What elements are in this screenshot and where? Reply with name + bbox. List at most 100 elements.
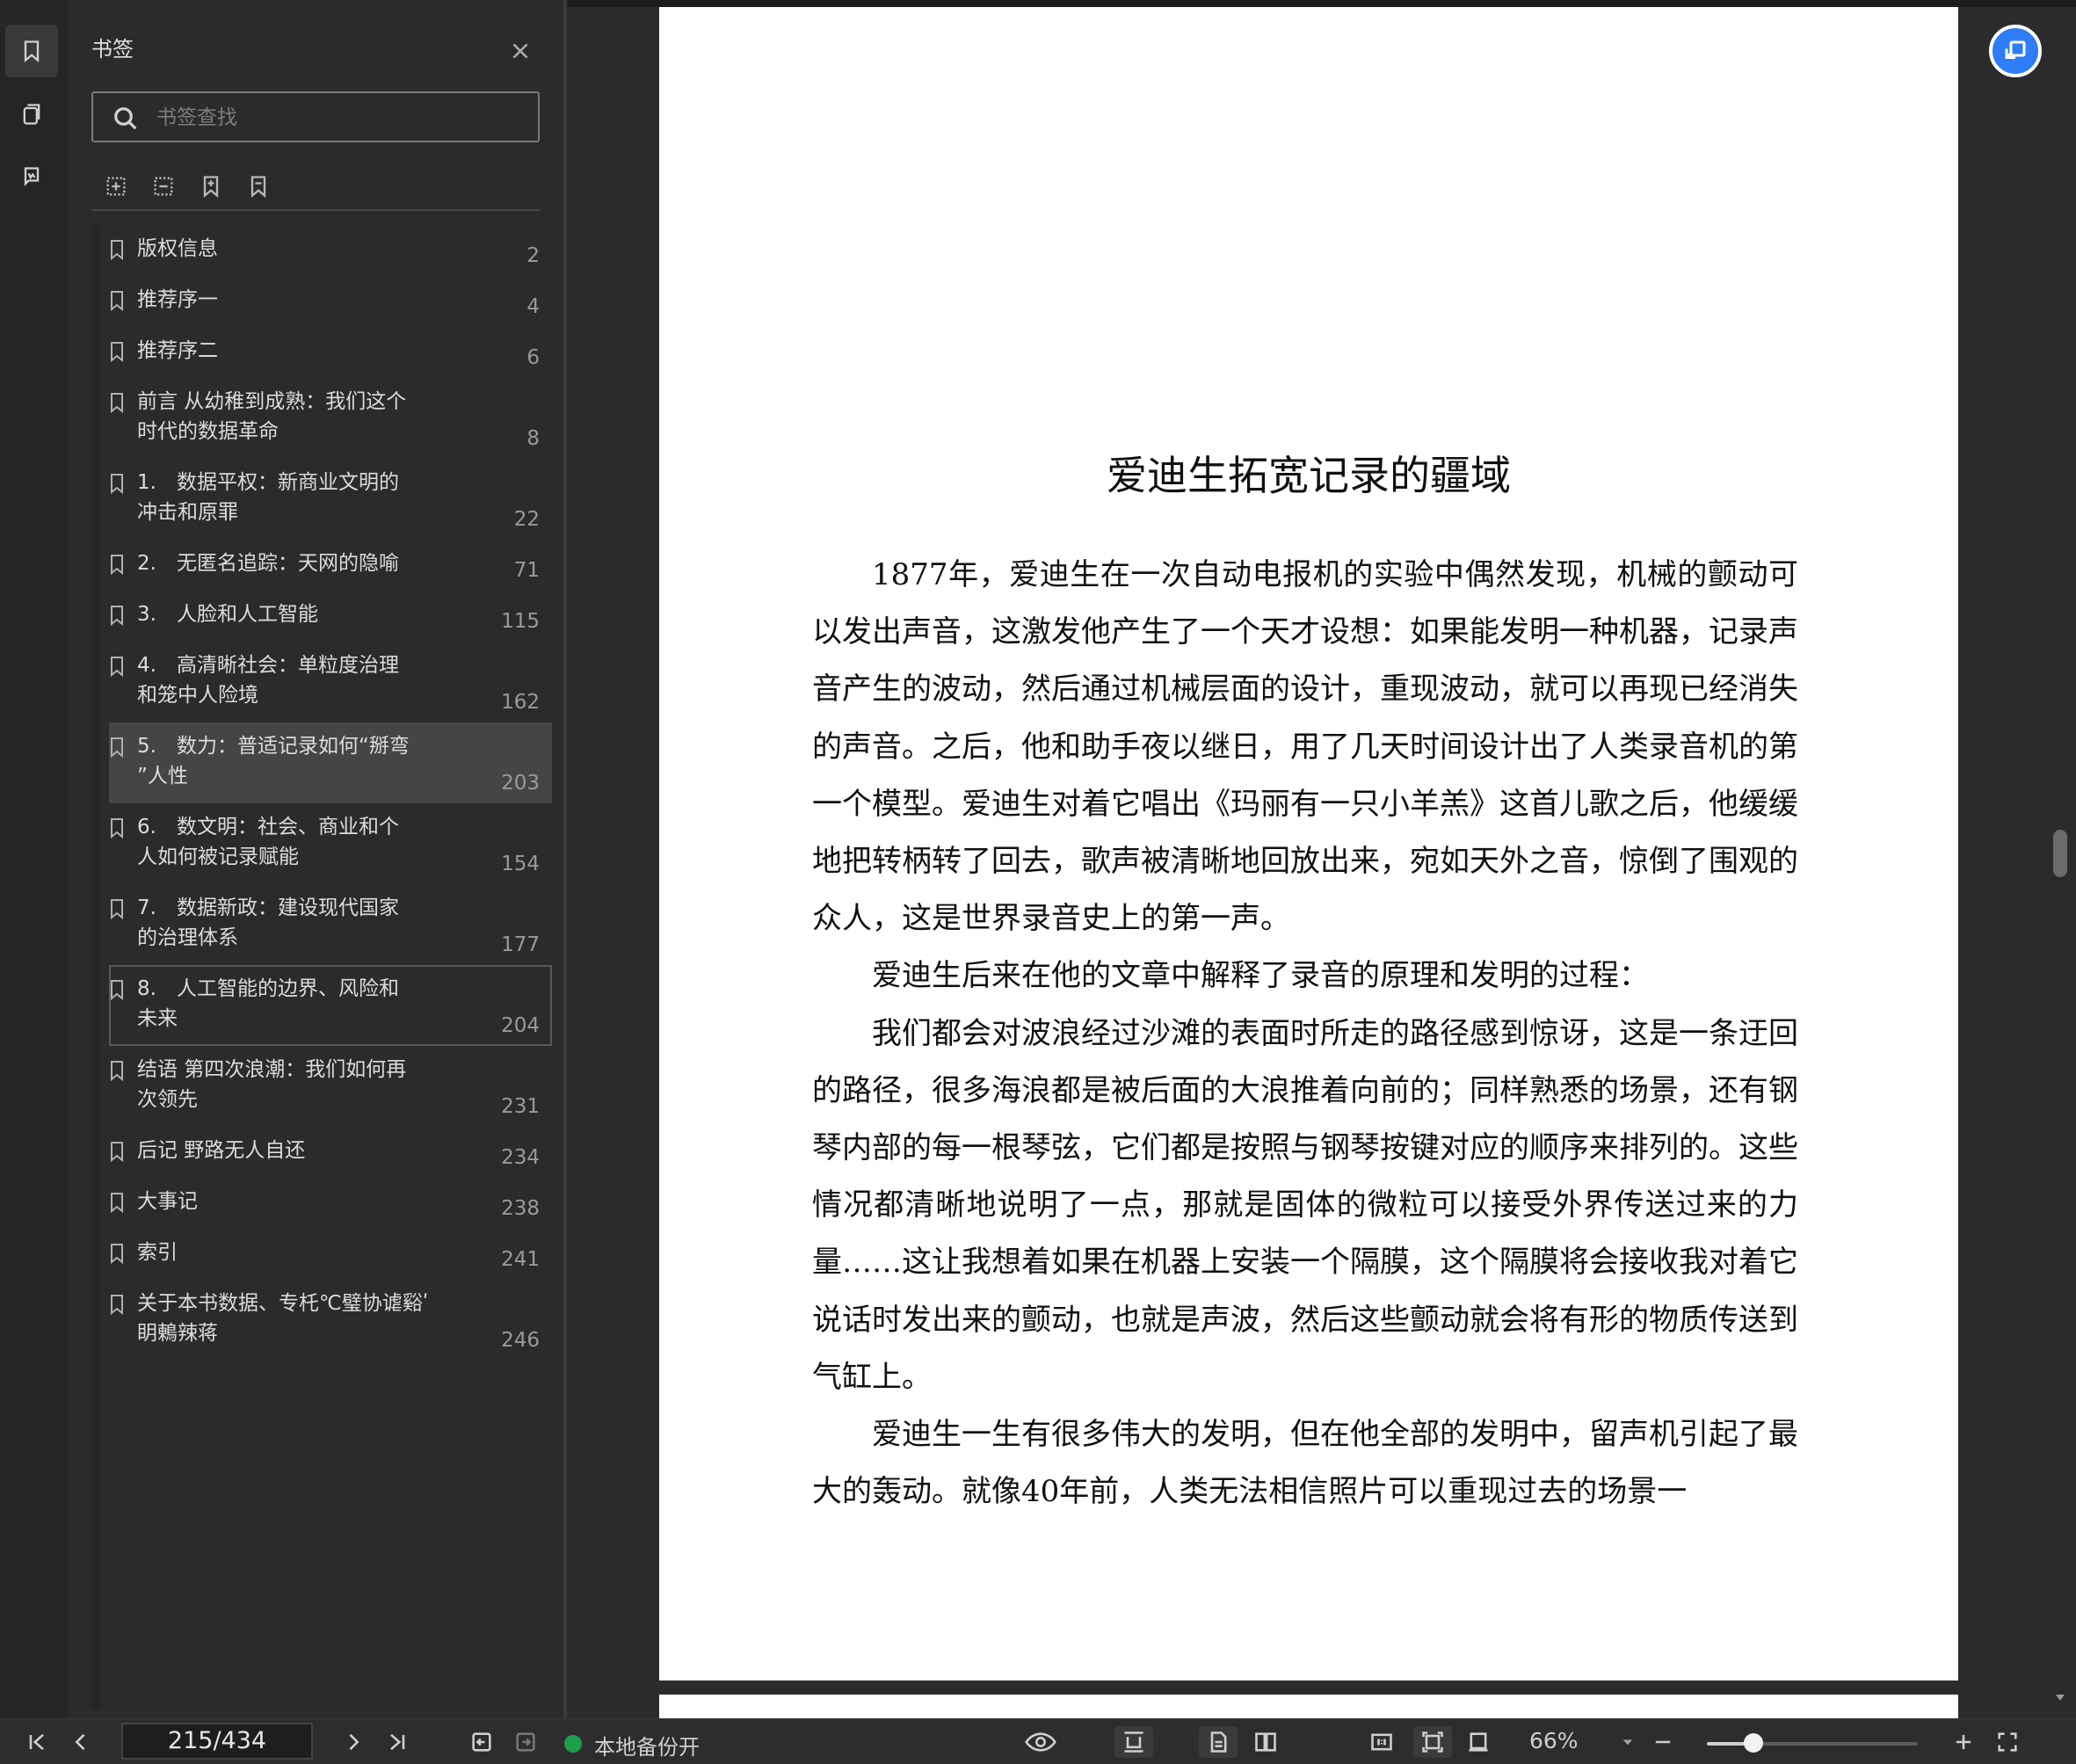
bookmark-page-number: 4	[526, 295, 540, 318]
bookmark-label: 大事记	[137, 1190, 198, 1213]
last-page-icon	[390, 1733, 405, 1751]
bookmark-search-input[interactable]	[155, 98, 527, 137]
bookmark-label: 8. 人工智能的边界、风险和 未来	[137, 977, 399, 1030]
bookmark-icon	[109, 605, 127, 628]
thumbnail-panel-button[interactable]	[5, 88, 58, 141]
bookmark-label: 后记 野路无人自还	[137, 1139, 306, 1162]
bookmark-label: 前言 从幼稚到成熟：我们这个 时代的数据革命	[137, 390, 407, 443]
remove-bookmark-icon	[250, 176, 266, 198]
bookmark-search-box[interactable]	[91, 91, 540, 142]
floating-translate-button[interactable]	[1989, 25, 2042, 77]
body-paragraph: 爱迪生后来在他的文章中解释了录音的原理和发明的过程：	[872, 958, 1649, 994]
bookmark-label: 5. 数力：普适记录如何“掰弯 ”人性	[137, 735, 410, 788]
bookmark-icon	[109, 1060, 127, 1083]
zoom-out-button[interactable]	[1647, 1726, 1679, 1758]
bookmark-label: 推荐序二	[137, 339, 218, 362]
next-page-button[interactable]	[338, 1726, 369, 1758]
bookmark-icon	[109, 656, 127, 679]
collapse-all-button[interactable]	[148, 171, 179, 202]
bookmark-label: 3. 人脸和人工智能	[137, 603, 318, 626]
fit-page-button[interactable]	[1413, 1726, 1452, 1758]
bookmark-item[interactable]: 结语 第四次浪潮：我们如何再 次领先 231	[109, 1046, 552, 1127]
bookmark-label: 结语 第四次浪潮：我们如何再 次领先	[137, 1058, 407, 1111]
bookmark-page-number: 204	[501, 1014, 540, 1037]
first-page-icon	[29, 1733, 44, 1751]
bookmark-list-scrollbar[interactable]	[91, 225, 100, 1710]
bookmark-icon	[109, 1192, 127, 1215]
bookmark-label: 关于本书数据、专杔℃璧协谑谿ʹ 眀鶇辣蒋	[137, 1292, 429, 1345]
bookmark-item[interactable]: 4. 高清晰社会：单粒度治理 和笼中人险境 162	[109, 642, 552, 722]
panel-title: 书签	[91, 37, 134, 62]
zoom-level[interactable]: 66%	[1529, 1728, 1579, 1753]
chapter-heading: 爱迪生拓宽记录的疆域	[1107, 452, 1511, 499]
two-page-icon	[1255, 1732, 1276, 1752]
body-paragraph: 爱迪生一生有很多伟大的发明，但在他全部的发明中，留声机引起了最大的轰动。就像40…	[812, 1417, 1798, 1510]
bookmark-item[interactable]: 推荐序二 6	[109, 327, 552, 378]
search-icon	[114, 107, 137, 130]
bookmark-page-number: 8	[526, 427, 540, 450]
single-page-button[interactable]	[1199, 1726, 1238, 1758]
zoom-slider[interactable]	[1707, 1742, 1918, 1746]
bookmark-item[interactable]: 8. 人工智能的边界、风险和 未来 204	[109, 965, 552, 1046]
zoom-in-button[interactable]	[1948, 1726, 1979, 1758]
previous-page-button[interactable]	[65, 1726, 97, 1758]
continuous-scroll-button[interactable]	[1114, 1726, 1153, 1758]
forward-button[interactable]	[510, 1726, 541, 1758]
actual-size-button[interactable]	[1364, 1726, 1399, 1758]
zoom-dropdown-button[interactable]	[1617, 1726, 1638, 1758]
status-bar: 215/434 本地备份开 66%	[0, 1718, 2076, 1764]
fit-width-button[interactable]	[1461, 1726, 1496, 1758]
bookmark-label: 推荐序一	[137, 288, 218, 311]
bookmark-item[interactable]: 7. 数据新政：建设现代国家 的治理体系 177	[109, 884, 552, 965]
bookmark-item[interactable]: 2. 无匿名追踪：天网的隐喻 71	[109, 540, 552, 591]
fullscreen-button[interactable]	[1992, 1726, 2023, 1758]
actual-size-icon	[1371, 1733, 1392, 1751]
two-page-button[interactable]	[1246, 1726, 1285, 1758]
expand-all-button[interactable]	[100, 171, 132, 202]
bookmark-icon	[109, 898, 127, 921]
bookmark-page-number: 115	[501, 610, 540, 633]
add-bookmark-button[interactable]	[195, 171, 227, 202]
annotations-icon	[24, 167, 40, 186]
fit-page-icon	[1422, 1731, 1443, 1753]
first-page-button[interactable]	[21, 1726, 53, 1758]
bookmark-item[interactable]: 6. 数文明：社会、商业和个 人如何被记录赋能 154	[109, 803, 552, 884]
backup-status-label[interactable]: 本地备份开	[594, 1730, 700, 1760]
last-page-button[interactable]	[381, 1726, 413, 1758]
bookmark-item[interactable]: 后记 野路无人自还 234	[109, 1127, 552, 1178]
bookmark-label: 7. 数据新政：建设现代国家 的治理体系	[137, 897, 399, 949]
bookmark-item[interactable]: 3. 人脸和人工智能 115	[109, 591, 552, 642]
zoom-in-icon	[1956, 1734, 1971, 1750]
bookmark-item[interactable]: 推荐序一 4	[109, 276, 552, 327]
page-body-text: 1877年，爱迪生在一次自动电报机的实验中偶然发现，机械的颤动可以发出声音，这激…	[812, 547, 1798, 1521]
bookmark-item[interactable]: 版权信息 2	[109, 225, 552, 276]
thumbnails-icon	[23, 104, 40, 125]
page-number-input[interactable]: 215/434	[121, 1723, 313, 1760]
bookmark-panel-button[interactable]	[5, 25, 58, 77]
document-scrollbar-thumb[interactable]	[2053, 830, 2067, 877]
bookmark-icon	[109, 554, 127, 577]
scroll-down-arrow[interactable]	[2055, 1689, 2065, 1702]
bookmark-page-number: 6	[526, 346, 540, 369]
bookmark-item[interactable]: 关于本书数据、专杔℃璧协谑谿ʹ 眀鶇辣蒋 246	[109, 1280, 552, 1361]
bookmark-item[interactable]: 5. 数力：普适记录如何“掰弯 ”人性 203	[109, 722, 552, 803]
left-icon-rail	[0, 0, 69, 1718]
back-icon	[472, 1732, 491, 1752]
remove-bookmark-button[interactable]	[243, 171, 274, 202]
forward-icon	[516, 1732, 535, 1752]
bookmark-item[interactable]: 大事记 238	[109, 1178, 552, 1229]
bookmark-item[interactable]: 1. 数据平权：新商业文明的 冲击和原罪 22	[109, 459, 552, 540]
reading-mode-button[interactable]	[1016, 1726, 1065, 1758]
bookmark-page-number: 246	[501, 1329, 540, 1352]
bookmark-item[interactable]: 前言 从幼稚到成熟：我们这个 时代的数据革命 8	[109, 378, 552, 459]
back-button[interactable]	[466, 1726, 497, 1758]
bookmark-label: 1. 数据平权：新商业文明的 冲击和原罪	[137, 471, 399, 524]
bookmark-item[interactable]: 索引 241	[109, 1229, 552, 1280]
body-paragraph: 1877年，爱迪生在一次自动电报机的实验中偶然发现，机械的颤动可以发出声音，这激…	[812, 557, 1798, 937]
bookmark-page-number: 177	[501, 933, 540, 956]
annotation-panel-button[interactable]	[5, 151, 58, 204]
bookmark-list: 版权信息 2 推荐序一 4 推荐序二 6 前言 从幼稚到成熟：我们这个 时代的数据革命 8 1.…	[109, 225, 552, 1361]
zoom-slider-handle[interactable]	[1743, 1733, 1763, 1753]
close-panel-button[interactable]	[501, 32, 540, 70]
bookmark-page-number: 234	[501, 1146, 540, 1169]
